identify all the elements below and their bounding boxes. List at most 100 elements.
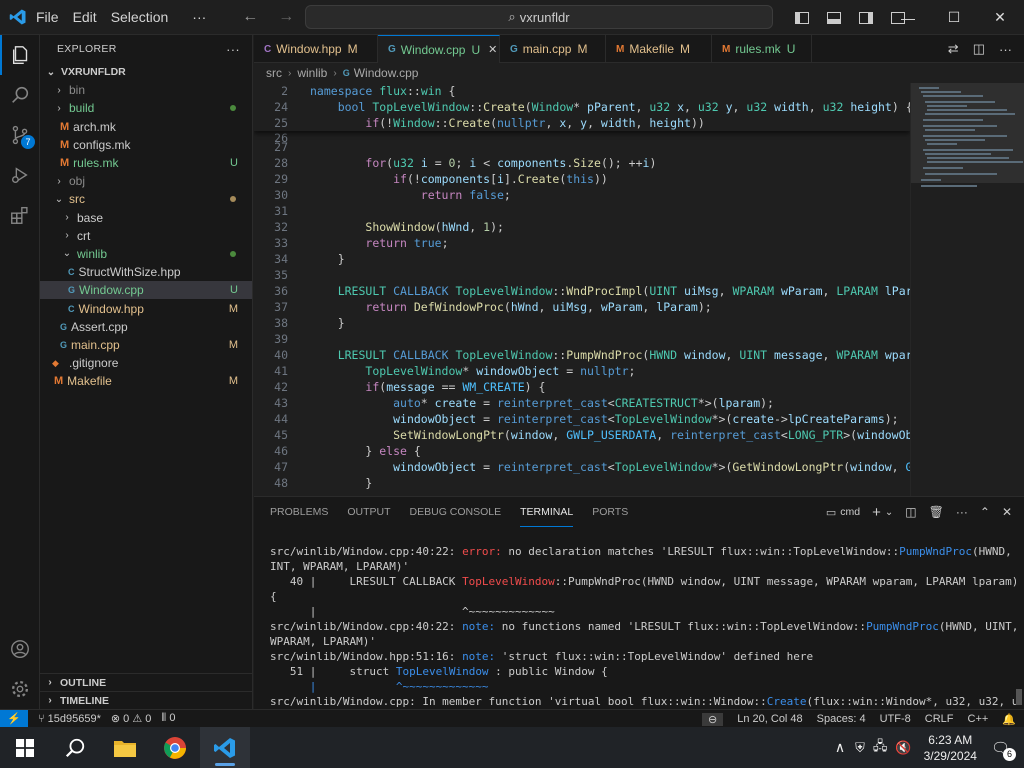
tree-item-file-main-cpp[interactable]: G main.cpp M <box>40 336 252 354</box>
run-debug-icon[interactable] <box>0 155 40 195</box>
menu-more-button[interactable]: ··· <box>192 9 206 25</box>
encoding[interactable]: UTF-8 <box>880 713 911 725</box>
notification-center-icon[interactable]: 🗨 6 <box>991 739 1016 761</box>
ports-summary[interactable]: ⦀ 0 <box>161 712 175 725</box>
file-explorer-icon[interactable] <box>100 727 150 768</box>
tree-item-file-makefile[interactable]: M Makefile M <box>40 372 252 390</box>
remote-indicator[interactable]: ⚡ <box>0 709 28 728</box>
tab-makefile[interactable]: M Makefile M <box>606 35 712 63</box>
tree-item-folder-crt[interactable]: › crt <box>40 227 252 245</box>
tree-item-file-rules-mk[interactable]: M rules.mk U <box>40 154 252 172</box>
toggle-primary-sidebar-icon[interactable] <box>795 11 809 24</box>
split-editor-icon[interactable]: ◫ <box>973 41 985 57</box>
compare-changes-icon[interactable]: ⇄ <box>948 41 959 57</box>
problems-summary[interactable]: ⊗ 0 ⚠ 0 <box>111 712 152 725</box>
toggle-panel-icon[interactable] <box>827 11 841 24</box>
menu-file[interactable]: File <box>36 9 59 25</box>
explorer-icon[interactable] <box>0 35 40 75</box>
close-panel-icon[interactable]: ✕ <box>1002 505 1012 519</box>
tree-item-folder-build[interactable]: › build <box>40 99 252 117</box>
command-center-search[interactable]: ⌕ vxrunfldr <box>305 5 773 29</box>
more-actions-icon[interactable]: ··· <box>956 505 968 519</box>
extensions-icon[interactable] <box>0 195 40 235</box>
start-button[interactable] <box>0 727 50 768</box>
tree-item-folder-obj[interactable]: › obj <box>40 172 252 190</box>
tab-problems[interactable]: PROBLEMS <box>270 497 328 527</box>
source-control-icon[interactable]: 7 <box>0 115 40 155</box>
breadcrumb-item[interactable]: Window.cpp <box>354 66 419 80</box>
tab-rules-mk[interactable]: M rules.mk U <box>712 35 812 63</box>
maximize-panel-icon[interactable]: ⌃ <box>980 505 990 519</box>
accounts-icon[interactable] <box>0 629 40 669</box>
trash-icon[interactable]: 🗑 <box>929 505 944 519</box>
toggle-secondary-sidebar-icon[interactable] <box>859 11 873 24</box>
git-status-badge: M <box>228 375 238 388</box>
tree-root[interactable]: ⌄ VXRUNFLDR <box>40 63 252 81</box>
tree-item-file-window-hpp[interactable]: C Window.hpp M <box>40 299 252 317</box>
tab-output[interactable]: OUTPUT <box>347 497 390 527</box>
new-terminal-icon[interactable]: + <box>872 504 881 521</box>
tab-window-hpp[interactable]: C Window.hpp M <box>254 35 378 63</box>
security-icon[interactable]: ⛨ <box>855 740 865 756</box>
timeline-section[interactable]: › TIMELINE <box>40 691 253 709</box>
search-icon[interactable] <box>0 75 40 115</box>
minimize-button[interactable]: — <box>885 10 931 26</box>
line-endings[interactable]: CRLF <box>925 713 954 725</box>
line-number: 28 <box>274 156 288 170</box>
maximize-button[interactable]: ☐ <box>931 9 977 26</box>
vscode-taskbar-icon[interactable] <box>200 727 250 768</box>
terminal-scrollbar[interactable] <box>1016 689 1022 705</box>
network-icon[interactable]: 🖧 <box>873 737 888 759</box>
chevron-down-icon[interactable]: ⌄ <box>885 507 893 518</box>
breadcrumb-item[interactable]: src <box>266 66 282 80</box>
cursor-position[interactable]: Ln 20, Col 48 <box>737 713 802 725</box>
tab-main-cpp[interactable]: G main.cpp M <box>500 35 606 63</box>
tree-item-file-window-cpp[interactable]: G Window.cpp U <box>40 281 252 300</box>
forward-arrow-icon[interactable]: → <box>278 8 294 26</box>
explorer-more-button[interactable]: ··· <box>226 42 240 57</box>
time: 6:23 AM <box>928 732 973 747</box>
tree-item-folder-winlib[interactable]: ⌄ winlib <box>40 245 252 263</box>
zoom-icon[interactable]: ⊖ <box>702 712 724 726</box>
tab-ports[interactable]: PORTS <box>592 497 628 527</box>
volume-muted-icon[interactable]: 🔇 <box>895 740 911 756</box>
terminal-output[interactable]: src/winlib/Window.cpp:40:22: error: no d… <box>254 527 1016 710</box>
code-line: SetWindowLongPtr(window, GWLP_USERDATA, … <box>393 428 910 442</box>
more-actions-icon[interactable]: ··· <box>999 42 1012 57</box>
indentation[interactable]: Spaces: 4 <box>817 713 866 725</box>
clock[interactable]: 6:23 AM 3/29/2024 <box>924 732 977 764</box>
tree-item-label: Window.cpp <box>79 283 144 298</box>
tree-item-file-arch-mk[interactable]: M arch.mk <box>40 118 252 136</box>
breadcrumb-item[interactable]: winlib <box>297 66 327 80</box>
tree-item-folder-base[interactable]: › base <box>40 209 252 227</box>
manage-gear-icon[interactable] <box>0 669 40 709</box>
outline-section[interactable]: › OUTLINE <box>40 673 253 691</box>
minimap[interactable] <box>910 83 1024 496</box>
tree-item-folder-src[interactable]: ⌄ src <box>40 190 252 208</box>
tree-item-file-structwithsize-hpp[interactable]: C StructWithSize.hpp <box>40 263 252 281</box>
chrome-icon[interactable] <box>150 727 200 768</box>
tab-debug-console[interactable]: DEBUG CONSOLE <box>410 497 502 527</box>
tree-item-file-gitignore[interactable]: ◆ .gitignore <box>40 354 252 372</box>
editor-actions: ⇄ ◫ ··· <box>948 35 1024 63</box>
search-icon[interactable] <box>50 727 100 768</box>
language-mode[interactable]: C++ <box>968 713 989 725</box>
close-button[interactable]: ✕ <box>977 9 1023 26</box>
git-branch[interactable]: ⑂ 15d95659* <box>38 713 101 725</box>
notifications-bell-icon[interactable]: 🔔 <box>1002 713 1016 726</box>
line-number: 30 <box>274 188 288 202</box>
tab-close-icon[interactable]: ✕ <box>488 43 497 56</box>
tree-item-file-configs-mk[interactable]: M configs.mk <box>40 136 252 154</box>
tab-window-cpp[interactable]: G Window.cpp U ✕ <box>378 35 500 63</box>
chevron-up-icon[interactable]: ∧ <box>835 739 845 756</box>
tree-item-file-assert-cpp[interactable]: G Assert.cpp <box>40 318 252 336</box>
terminal-shell-label[interactable]: cmd <box>840 506 860 518</box>
back-arrow-icon[interactable]: ← <box>242 8 258 26</box>
tab-terminal[interactable]: TERMINAL <box>520 497 574 527</box>
code-editor[interactable]: 2 namespace flux::win { 24 bool TopLevel… <box>254 83 910 496</box>
tree-item-folder-bin[interactable]: › bin <box>40 81 252 99</box>
menu-edit[interactable]: Edit <box>73 9 97 25</box>
split-terminal-icon[interactable]: ◫ <box>905 505 916 519</box>
line-number: 47 <box>274 460 288 474</box>
menu-selection[interactable]: Selection <box>111 9 169 25</box>
